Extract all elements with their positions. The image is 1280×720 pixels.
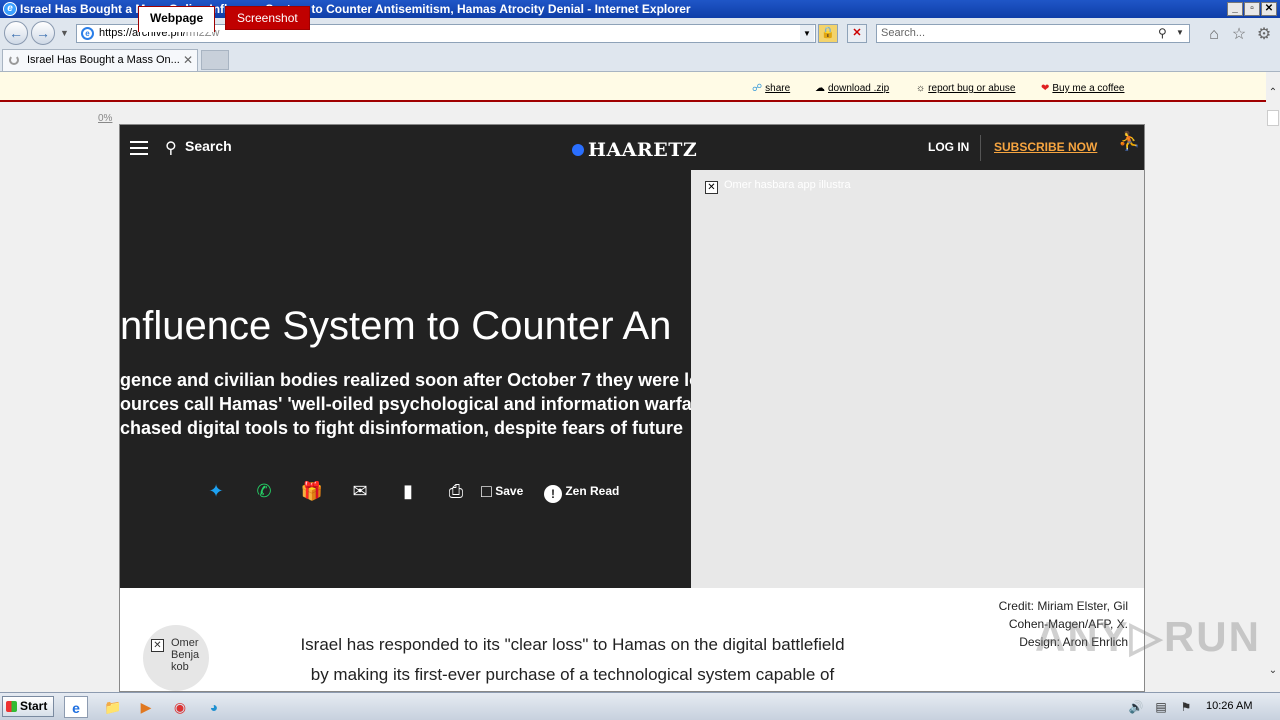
author-avatar[interactable]: ✕ Omer Benja kob <box>143 625 209 691</box>
taskbar-clock[interactable]: 10:26 AM <box>1206 700 1252 712</box>
coffee-link[interactable]: ❤ Buy me a coffee <box>1041 83 1124 94</box>
start-button[interactable]: Start <box>2 696 54 717</box>
broken-image-icon: ✕ <box>151 639 164 652</box>
window-title: Israel Has Bought a Mass Online Influenc… <box>20 2 691 16</box>
whatsapp-icon[interactable]: ✆ <box>252 478 276 504</box>
taskbar-edge-icon[interactable]: ◕ <box>202 696 226 718</box>
search-icon[interactable]: ⚲ <box>1158 26 1167 40</box>
recent-pages-dropdown-icon[interactable]: ▼ <box>60 28 69 38</box>
haaretz-logo[interactable]: HAARETZ <box>572 139 697 161</box>
article-hero: nfluence System to Counter An gence and … <box>120 170 691 588</box>
subscribe-link[interactable]: SUBSCRIBE NOW <box>994 140 1097 154</box>
logo-mark-icon <box>572 144 584 156</box>
zen-read-button[interactable]: ! Zen Read <box>544 478 634 504</box>
login-link[interactable]: LOG IN <box>928 140 969 154</box>
author-name-line: kob <box>171 661 189 673</box>
browser-tab[interactable]: Israel Has Bought a Mass On... ✕ <box>2 49 198 71</box>
email-icon[interactable]: ✉ <box>348 478 372 504</box>
heart-icon: ❤ <box>1041 83 1050 94</box>
broken-image-alt: ✕ Omer hasbara app illustra <box>705 179 851 194</box>
article-subhead-line: ources call Hamas' 'well-oiled psycholog… <box>120 394 691 414</box>
share-icon: ☍ <box>752 83 763 94</box>
cloud-download-icon: ☁ <box>815 83 825 94</box>
windows-flag-icon <box>6 701 17 712</box>
broken-image-icon: ✕ <box>705 181 718 194</box>
article-body-line: by making its first-ever purchase of a t… <box>310 665 835 684</box>
article-subhead-line: gence and civilian bodies realized soon … <box>120 370 691 390</box>
new-tab-button[interactable] <box>201 50 229 70</box>
bug-icon: ☼ <box>916 83 926 94</box>
address-dropdown-icon[interactable]: ▼ <box>800 25 814 42</box>
search-magnifier-icon[interactable]: ⚲ <box>165 138 177 158</box>
save-button[interactable]: □ Save <box>481 478 541 504</box>
anyrun-watermark: ANY▷RUN <box>1035 613 1261 660</box>
lock-icon[interactable]: 🔒 <box>818 24 838 43</box>
taskbar <box>0 692 1280 720</box>
settings-gear-icon[interactable]: ⚙ <box>1255 26 1273 44</box>
print-icon[interactable]: ⎙ <box>444 478 468 504</box>
hamburger-menu-icon[interactable] <box>130 141 148 155</box>
network-icon[interactable]: ▤ <box>1153 699 1169 715</box>
header-divider <box>980 135 981 161</box>
hero-image-placeholder <box>691 170 1144 588</box>
taskbar-ie-icon[interactable]: e <box>64 696 88 718</box>
back-button[interactable]: ← <box>4 21 28 45</box>
taskbar-explorer-icon[interactable]: 📁 <box>101 696 125 718</box>
gift-icon[interactable]: 🎁 <box>300 478 324 504</box>
action-center-flag-icon[interactable]: ⚑ <box>1178 699 1194 715</box>
taskbar-media-player-icon[interactable]: ▶ <box>134 696 158 718</box>
comment-icon[interactable]: ▮ <box>396 478 420 504</box>
loading-spinner-icon <box>9 55 19 65</box>
share-link[interactable]: ☍ share <box>752 83 790 94</box>
ie-logo-icon: e <box>3 2 17 16</box>
close-tab-icon[interactable]: ✕ <box>183 50 197 70</box>
vertical-scrollbar[interactable]: ⌃ ⌄ <box>1266 84 1280 692</box>
close-window-button[interactable]: ✕ <box>1261 2 1277 16</box>
search-dropdown-icon[interactable]: ▼ <box>1176 28 1184 37</box>
site-search-label[interactable]: Search <box>185 138 232 154</box>
accessibility-icon[interactable]: ⛹ <box>1118 131 1140 152</box>
site-header: ⚲ Search HAARETZ LOG IN SUBSCRIBE NOW ⛹ <box>120 125 1144 170</box>
browser-search-input[interactable]: Search... <box>876 24 1190 43</box>
taskbar-chrome-icon[interactable]: ◉ <box>168 696 192 718</box>
article-subhead-line: chased digital tools to fight disinforma… <box>120 418 684 438</box>
page-ie-icon: e <box>81 27 94 40</box>
minimize-button[interactable]: _ <box>1227 2 1243 16</box>
author-name-line: Omer <box>171 637 199 649</box>
stop-icon[interactable]: ✕ <box>847 24 867 43</box>
forward-button[interactable]: → <box>31 21 55 45</box>
home-icon[interactable]: ⌂ <box>1205 26 1223 44</box>
scroll-down-icon[interactable]: ⌄ <box>1266 664 1280 678</box>
volume-icon[interactable]: 🔊 <box>1128 699 1144 715</box>
bookmark-icon: □ <box>481 481 492 501</box>
info-circle-icon: ! <box>544 485 562 503</box>
maximize-button[interactable]: ▫ <box>1244 2 1260 16</box>
twitter-icon[interactable]: ✦ <box>204 478 228 504</box>
tab-webpage[interactable]: Webpage <box>138 6 216 32</box>
article-headline: nfluence System to Counter An <box>120 304 672 348</box>
favorites-star-icon[interactable]: ☆ <box>1230 26 1248 44</box>
tab-title: Israel Has Bought a Mass On... <box>27 54 180 66</box>
article-body-line: Israel has responded to its "clear loss"… <box>300 635 845 654</box>
report-link[interactable]: ☼ report bug or abuse <box>916 83 1015 94</box>
scroll-up-icon[interactable]: ⌃ <box>1266 86 1280 100</box>
scroll-percent[interactable]: 0% <box>98 113 112 124</box>
author-name-line: Benja <box>171 649 200 661</box>
scroll-thumb[interactable] <box>1267 110 1279 126</box>
tab-screenshot[interactable]: Screenshot <box>225 6 310 30</box>
download-link[interactable]: ☁ download .zip <box>815 83 889 94</box>
archived-page: ⚲ Search HAARETZ LOG IN SUBSCRIBE NOW ⛹ … <box>119 124 1145 692</box>
